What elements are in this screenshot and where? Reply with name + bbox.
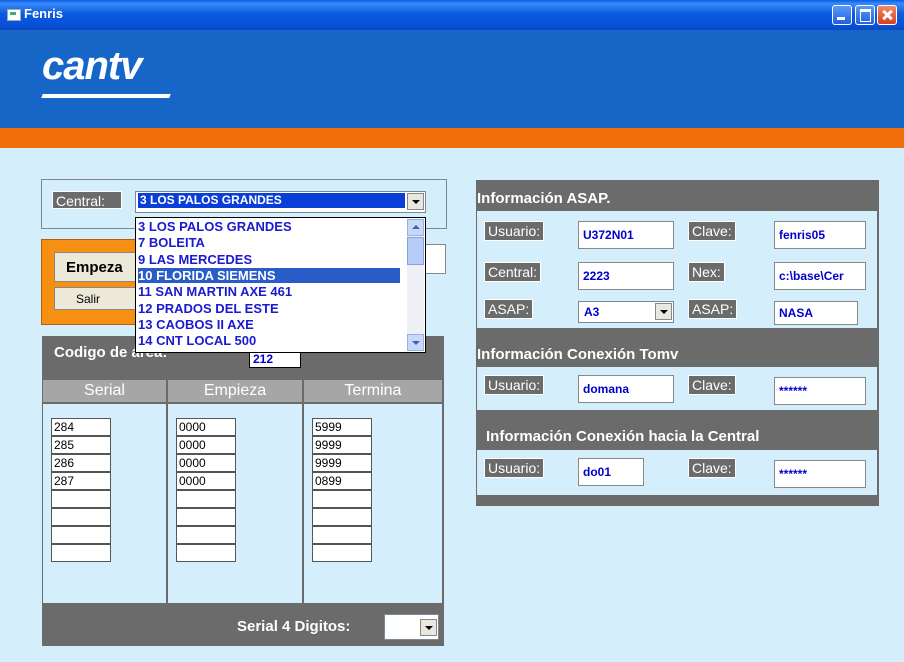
scroll-down-icon[interactable] — [407, 334, 424, 351]
central-conn-section: Usuario: do01 Clave: ****** — [477, 450, 877, 495]
title-bar[interactable]: Fenris — [0, 0, 904, 30]
serial4-select[interactable] — [384, 614, 439, 640]
termina-cell[interactable] — [312, 508, 372, 526]
termina-cell[interactable]: 0899 — [312, 472, 372, 490]
tomv-title: Información Conexión Tomv — [477, 346, 679, 363]
central-label: Central: — [52, 191, 122, 209]
close-button[interactable] — [877, 5, 897, 25]
central-option[interactable]: 12 PRADOS DEL ESTE — [138, 301, 400, 316]
empieza-cell[interactable]: 0000 — [176, 454, 236, 472]
column-header-empieza: Empieza — [168, 380, 302, 402]
serial-cell[interactable] — [51, 490, 111, 508]
info-panel: Información ASAP. Usuario: U372N01 Clave… — [476, 180, 879, 506]
asap-value-input[interactable]: NASA — [774, 301, 858, 325]
central-conn-clave-label: Clave: — [688, 458, 736, 478]
central-option[interactable]: 10 FLORIDA SIEMENS — [138, 267, 400, 283]
serial-cell[interactable] — [51, 544, 111, 562]
minimize-button[interactable] — [832, 5, 852, 25]
empieza-cell[interactable]: 0000 — [176, 436, 236, 454]
termina-column: 5999 9999 9999 0899 — [304, 404, 442, 603]
central-option[interactable]: 7 BOLEITA — [138, 235, 400, 250]
asap-clave-label: Clave: — [688, 221, 736, 241]
column-header-termina: Termina — [304, 380, 442, 402]
scroll-thumb[interactable] — [407, 237, 424, 265]
asap-central-label: Central: — [484, 262, 542, 282]
central-dropdown-list[interactable]: 3 LOS PALOS GRANDES 7 BOLEITA 9 LAS MERCED… — [135, 217, 426, 353]
central-option[interactable]: 3 LOS PALOS GRANDES — [138, 219, 400, 234]
central-select[interactable]: 3 LOS PALOS GRANDES — [135, 191, 426, 213]
central-conn-clave-input[interactable]: ****** — [774, 460, 866, 488]
central-conn-usuario-label: Usuario: — [484, 458, 545, 478]
serial-cell[interactable]: 284 — [51, 418, 111, 436]
window-title: Fenris — [24, 6, 64, 21]
serial-cell[interactable] — [51, 526, 111, 544]
termina-cell[interactable] — [312, 544, 372, 562]
asap-nex-input[interactable]: c:\base\Cer — [774, 262, 866, 290]
central-option[interactable]: 9 LAS MERCEDES — [138, 252, 400, 267]
asap-section: Usuario: U372N01 Clave: fenris05 Central… — [477, 211, 877, 328]
empieza-cell[interactable] — [176, 490, 236, 508]
orange-band — [0, 128, 904, 148]
app-icon — [7, 9, 21, 21]
asap-nex-label: Nex: — [688, 262, 725, 282]
asap2-label: ASAP: — [688, 299, 738, 319]
scroll-up-icon[interactable] — [407, 219, 424, 236]
empieza-cell[interactable] — [176, 526, 236, 544]
chevron-down-icon[interactable] — [655, 303, 672, 320]
cantv-logo: cantv — [42, 44, 142, 88]
central-conn-title: Información Conexión hacia la Central — [486, 428, 760, 445]
serial-cell[interactable]: 287 — [51, 472, 111, 490]
empieza-button[interactable]: Empeza — [54, 252, 144, 282]
central-selected-value: 3 LOS PALOS GRANDES — [138, 193, 405, 208]
empieza-cell[interactable]: 0000 — [176, 418, 236, 436]
termina-cell[interactable]: 9999 — [312, 436, 372, 454]
termina-cell[interactable] — [312, 490, 372, 508]
tomv-clave-label: Clave: — [688, 375, 736, 395]
asap-select[interactable]: A3 — [578, 301, 674, 323]
brand-header: cantv — [0, 30, 904, 128]
termina-cell[interactable] — [312, 526, 372, 544]
empieza-cell[interactable]: 0000 — [176, 472, 236, 490]
salir-button[interactable]: Salir — [54, 287, 144, 310]
asap-clave-input[interactable]: fenris05 — [774, 221, 866, 249]
column-header-serial: Serial — [43, 380, 166, 402]
chevron-down-icon[interactable] — [407, 193, 424, 210]
fenris-window: Fenris cantv Central: 3 LOS PALOS GRANDE… — [0, 0, 904, 662]
central-option[interactable]: 13 CAOBOS II AXE — [138, 317, 400, 332]
asap-usuario-input[interactable]: U372N01 — [578, 221, 674, 249]
asap-central-input[interactable]: 2223 — [578, 262, 674, 290]
logo-underline — [41, 94, 171, 98]
asap-label: ASAP: — [484, 299, 534, 319]
chevron-down-icon[interactable] — [420, 619, 437, 636]
action-panel: Empeza Salir — [41, 239, 144, 325]
termina-cell[interactable]: 9999 — [312, 454, 372, 472]
serial-cell[interactable]: 286 — [51, 454, 111, 472]
dropdown-scrollbar[interactable] — [407, 219, 424, 351]
tomv-clave-input[interactable]: ****** — [774, 377, 866, 405]
central-option[interactable]: 11 SAN MARTIN AXE 461 — [138, 284, 400, 299]
tomv-usuario-input[interactable]: domana — [578, 375, 674, 403]
empieza-cell[interactable] — [176, 508, 236, 526]
central-conn-usuario-input[interactable]: do01 — [578, 458, 644, 486]
tomv-section: Usuario: domana Clave: ****** — [477, 367, 877, 410]
serial-cell[interactable] — [51, 508, 111, 526]
asap-title: Información ASAP. — [477, 190, 611, 207]
serial-column: 284 285 286 287 — [43, 404, 166, 603]
serial-panel: Codigo de área: 212 Serial Empieza Termi… — [42, 336, 444, 646]
serial-cell[interactable]: 285 — [51, 436, 111, 454]
central-option[interactable]: 14 CNT LOCAL 500 — [138, 333, 400, 348]
asap-usuario-label: Usuario: — [484, 221, 545, 241]
tomv-usuario-label: Usuario: — [484, 375, 545, 395]
empieza-cell[interactable] — [176, 544, 236, 562]
asap-select-value: A3 — [580, 303, 650, 321]
serial4-label: Serial 4 Digitos: — [237, 618, 351, 635]
termina-cell[interactable]: 5999 — [312, 418, 372, 436]
maximize-button[interactable] — [855, 5, 875, 25]
empieza-column: 0000 0000 0000 0000 — [168, 404, 302, 603]
